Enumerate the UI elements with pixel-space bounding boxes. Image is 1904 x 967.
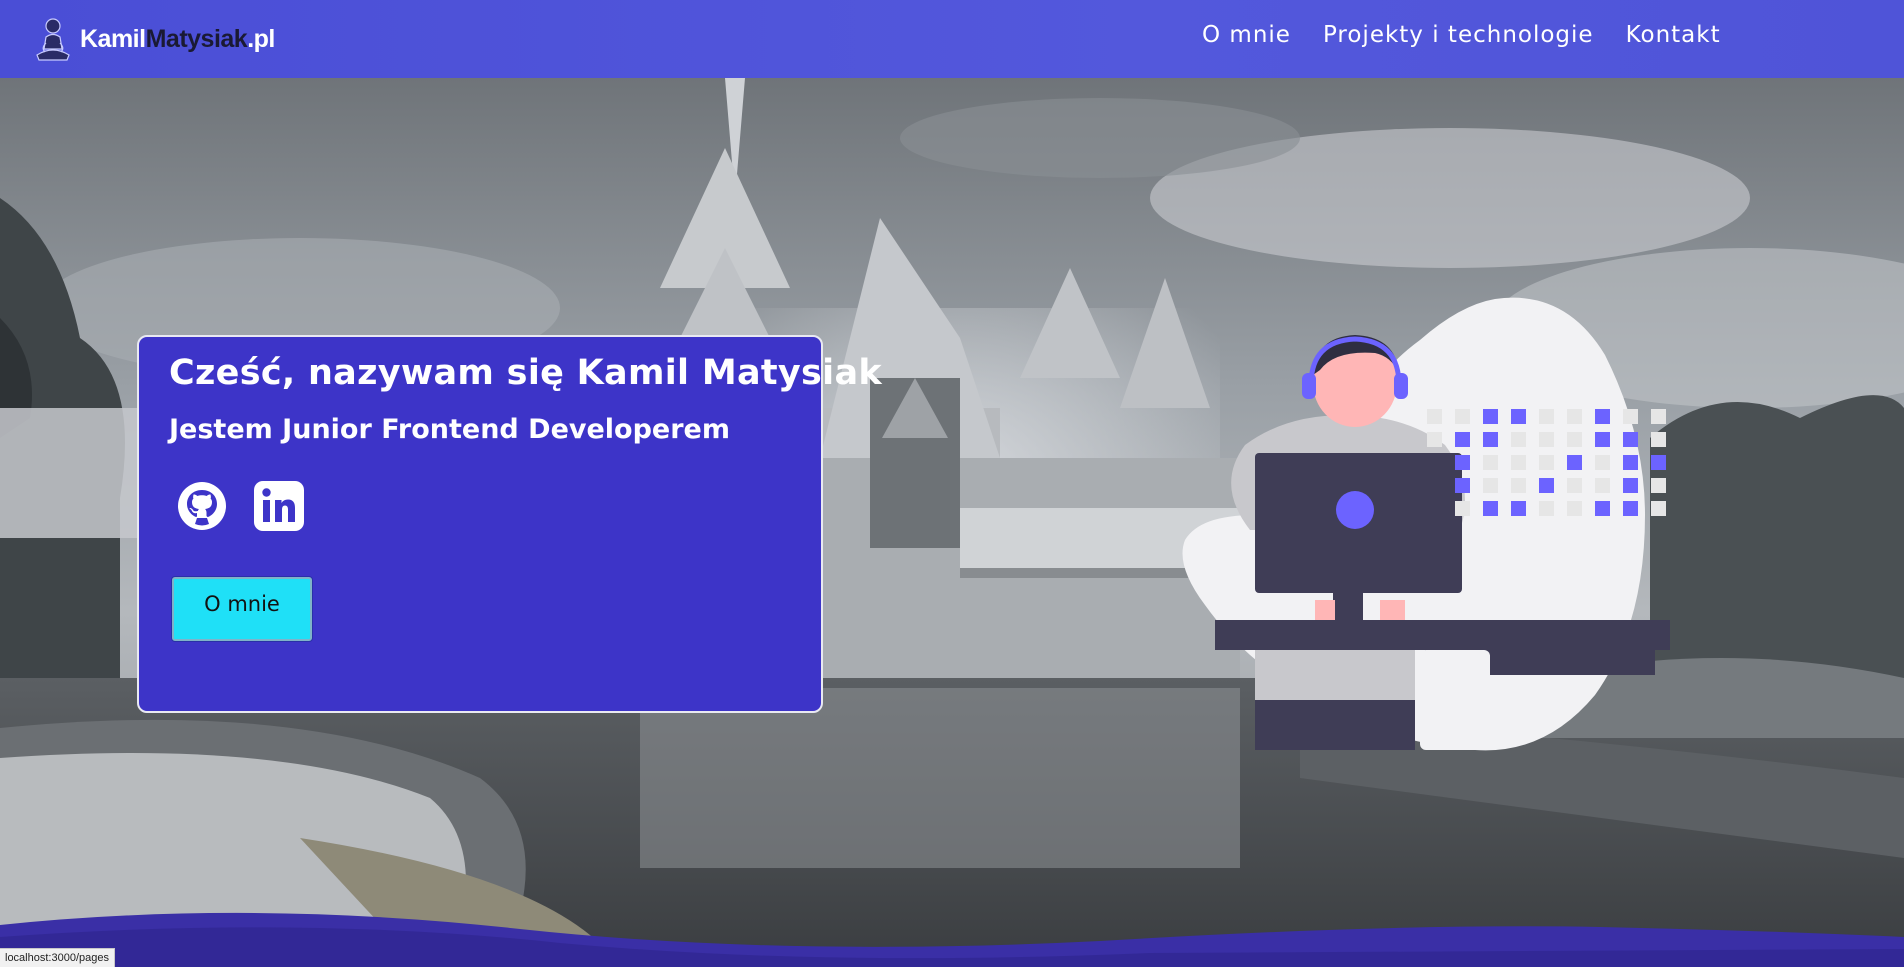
social-links <box>177 481 304 531</box>
greeting-prefix: Cześć, nazywam się <box>169 353 577 393</box>
status-bar-url: localhost:3000/pages <box>0 948 115 967</box>
intro-card: Cześć, nazywam się Kamil Matysiak Jestem… <box>137 335 882 713</box>
nav-link-contact[interactable]: Kontakt <box>1626 22 1721 48</box>
brand-name: KamilMatysiak.pl <box>80 25 275 54</box>
meditating-figure-icon <box>36 18 70 61</box>
developer-illustration <box>1182 297 1670 751</box>
about-me-button[interactable]: O mnie <box>172 577 312 641</box>
role-subtitle: Jestem Junior Frontend Developerem <box>169 414 731 445</box>
navbar: KamilMatysiak.pl O mnie Projekty i techn… <box>0 0 1904 78</box>
developer-name: Kamil Matysiak <box>576 353 882 393</box>
main-nav: O mnie Projekty i technologie Kontakt <box>1202 22 1721 48</box>
brand-name-domain: .pl <box>247 24 275 53</box>
brand-name-first: Kamil <box>80 24 146 53</box>
illustration-desk <box>1215 620 1670 650</box>
linkedin-icon[interactable] <box>254 481 304 531</box>
github-icon[interactable] <box>177 481 227 531</box>
greeting-heading: Cześć, nazywam się Kamil Matysiak <box>169 353 882 393</box>
bottom-wave <box>0 912 1904 967</box>
nav-link-projects[interactable]: Projekty i technologie <box>1323 22 1594 48</box>
brand-name-last: Matysiak <box>145 24 248 53</box>
nav-link-about[interactable]: O mnie <box>1202 22 1291 48</box>
brand-link[interactable]: KamilMatysiak.pl <box>34 14 275 64</box>
